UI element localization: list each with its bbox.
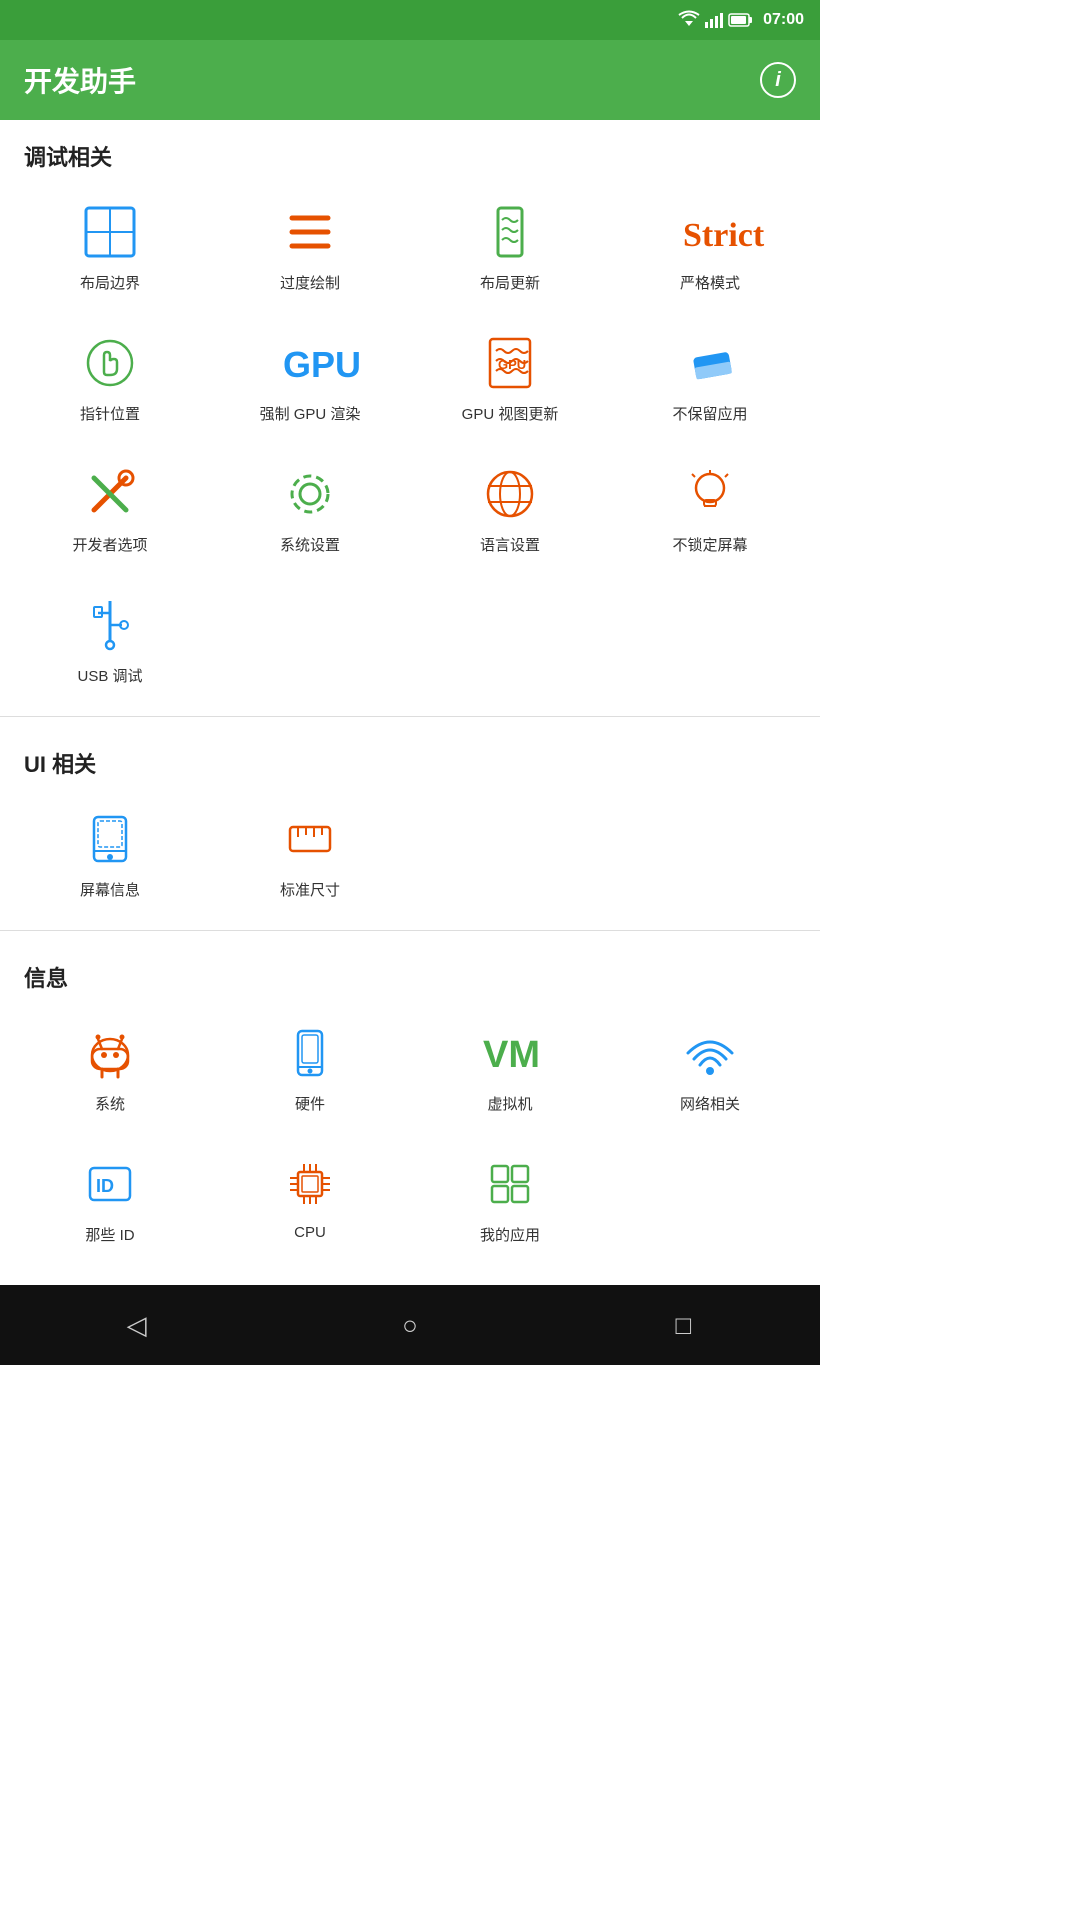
wifi-icon [679,12,699,28]
system-icon [80,1023,140,1083]
usb-debug-icon [80,595,140,655]
pointer-icon [80,333,140,393]
item-gpu-view[interactable]: GPU GPU 视图更新 [410,313,610,444]
svg-text:ID: ID [96,1176,114,1196]
section-ui: UI 相关 屏幕信息 [0,727,820,920]
network-label: 网络相关 [680,1093,740,1114]
overdraw-icon [280,202,340,262]
force-gpu-label: 强制 GPU 渲染 [260,403,361,424]
layout-update-label: 布局更新 [480,272,540,293]
section-debug-title: 调试相关 [0,120,820,182]
section-ui-title: UI 相关 [0,727,820,789]
item-hardware[interactable]: 硬件 [210,1003,410,1134]
signal-icon [705,12,723,28]
layout-update-icon [480,202,540,262]
item-dev-options[interactable]: 开发者选项 [10,444,210,575]
cpu-label: CPU [294,1224,326,1241]
info-button[interactable]: i [760,62,796,98]
ui-grid: 屏幕信息 标准尺寸 [0,789,820,920]
item-usb-debug[interactable]: USB 调试 [10,575,210,706]
item-language[interactable]: 语言设置 [410,444,610,575]
svg-text:Strict: Strict [683,217,765,254]
cpu-icon [280,1154,340,1214]
time-display: 07:00 [763,11,804,29]
vm-icon: VM [480,1023,540,1083]
pointer-label: 指针位置 [80,403,140,424]
no-lock-label: 不锁定屏幕 [672,534,747,555]
item-ids[interactable]: ID 那些 ID [10,1134,210,1265]
divider-2 [0,930,820,931]
item-system-settings[interactable]: 系统设置 [210,444,410,575]
back-button[interactable]: ◁ [112,1300,162,1350]
no-lock-icon [680,464,740,524]
network-icon [680,1023,740,1083]
svg-text:GPU: GPU [498,357,526,372]
language-icon [480,464,540,524]
item-no-keep-app[interactable]: 不保留应用 [610,313,810,444]
system-settings-icon [280,464,340,524]
battery-icon [729,13,753,27]
app-title: 开发助手 [24,60,136,100]
status-bar: 07:00 [0,0,820,40]
item-standard-size[interactable]: 标准尺寸 [210,789,410,920]
ids-label: 那些 ID [85,1224,134,1245]
item-my-apps[interactable]: 我的应用 [410,1134,610,1265]
item-overdraw[interactable]: 过度绘制 [210,182,410,313]
status-icons: 07:00 [679,11,804,29]
svg-text:VM: VM [483,1034,540,1076]
item-no-lock[interactable]: 不锁定屏幕 [610,444,810,575]
force-gpu-icon: GPU [280,333,340,393]
section-debug: 调试相关 布局边界 [0,120,820,706]
ids-icon: ID [80,1154,140,1214]
hardware-label: 硬件 [295,1093,325,1114]
standard-size-icon [280,809,340,869]
item-network[interactable]: 网络相关 [610,1003,810,1134]
info-grid: 系统 硬件 VM [0,1003,820,1265]
screen-info-icon [80,809,140,869]
overdraw-label: 过度绘制 [280,272,340,293]
standard-size-label: 标准尺寸 [280,879,340,900]
debug-grid: 布局边界 过度绘制 [0,182,820,706]
recent-button[interactable]: □ [658,1300,708,1350]
section-info-title: 信息 [0,941,820,1003]
no-keep-app-label: 不保留应用 [672,403,747,424]
language-label: 语言设置 [480,534,540,555]
no-keep-app-icon [680,333,740,393]
item-screen-info[interactable]: 屏幕信息 [10,789,210,920]
system-label: 系统 [95,1093,125,1114]
app-header: 开发助手 i [0,40,820,120]
navigation-bar: ◁ ○ □ [0,1285,820,1365]
screen-info-label: 屏幕信息 [80,879,140,900]
strict-mode-label: 严格模式 [680,272,740,293]
gpu-view-label: GPU 视图更新 [462,403,559,424]
dev-options-label: 开发者选项 [72,534,147,555]
system-settings-label: 系统设置 [280,534,340,555]
main-content: 调试相关 布局边界 [0,120,820,1285]
vm-label: 虚拟机 [487,1093,532,1114]
strict-mode-icon: Strict [680,202,740,262]
dev-options-icon [80,464,140,524]
gpu-view-icon: GPU [480,333,540,393]
usb-debug-label: USB 调试 [77,665,142,686]
layout-border-icon [80,202,140,262]
home-button[interactable]: ○ [385,1300,435,1350]
item-pointer[interactable]: 指针位置 [10,313,210,444]
my-apps-label: 我的应用 [480,1224,540,1245]
item-cpu[interactable]: CPU [210,1134,410,1265]
item-layout-border[interactable]: 布局边界 [10,182,210,313]
item-force-gpu[interactable]: GPU 强制 GPU 渲染 [210,313,410,444]
section-info: 信息 [0,941,820,1265]
hardware-icon [280,1023,340,1083]
divider-1 [0,716,820,717]
my-apps-icon [480,1154,540,1214]
item-system[interactable]: 系统 [10,1003,210,1134]
item-vm[interactable]: VM 虚拟机 [410,1003,610,1134]
item-strict-mode[interactable]: Strict 严格模式 [610,182,810,313]
svg-text:GPU: GPU [283,344,361,385]
layout-border-label: 布局边界 [80,272,140,293]
item-layout-update[interactable]: 布局更新 [410,182,610,313]
